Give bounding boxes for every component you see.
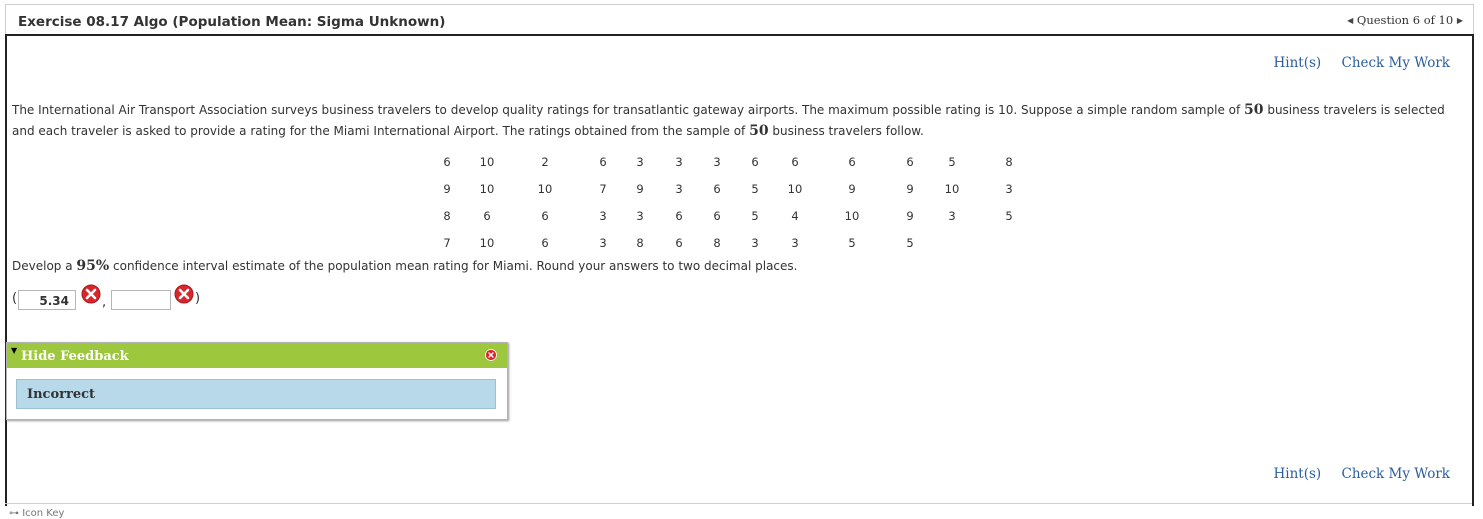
rating-cell: 2 <box>541 155 549 169</box>
rating-cell: 5 <box>948 155 956 169</box>
rating-cell: 6 <box>848 155 856 169</box>
hide-feedback-label[interactable]: Hide Feedback <box>21 349 129 364</box>
rating-cell: 10 <box>479 236 495 250</box>
rating-cell: 9 <box>906 182 914 196</box>
rating-cell: 3 <box>791 236 799 250</box>
hints-link-bottom[interactable]: Hint(s) <box>1274 466 1322 482</box>
rating-cell: 3 <box>1005 182 1013 196</box>
rating-cell: 3 <box>599 236 607 250</box>
previous-question-arrow-icon[interactable]: ◀ <box>1347 16 1353 25</box>
rating-cell: 10 <box>479 155 495 169</box>
upper-bound-input[interactable] <box>111 290 171 310</box>
sample-size-2: 50 <box>749 123 769 139</box>
question-navigation: ◀ Question 6 of 10 ▶ <box>1347 13 1463 27</box>
sample-size-1: 50 <box>1244 102 1264 118</box>
rating-cell: 9 <box>906 209 914 223</box>
rating-cell: 6 <box>713 209 721 223</box>
rating-cell: 9 <box>636 182 644 196</box>
check-my-work-link-bottom[interactable]: Check My Work <box>1341 466 1450 482</box>
incorrect-icon-lower <box>81 284 101 304</box>
close-feedback-icon[interactable] <box>485 349 497 361</box>
bottom-links: Hint(s) Check My Work <box>1274 466 1450 482</box>
rating-cell: 7 <box>599 182 607 196</box>
exercise-header: Exercise 08.17 Algo (Population Mean: Si… <box>5 4 1474 35</box>
rating-cell: 3 <box>751 236 759 250</box>
rating-cell: 6 <box>541 209 549 223</box>
rating-cell: 10 <box>479 182 495 196</box>
lower-bound-input[interactable]: 5.34 <box>18 290 76 310</box>
comma-separator: , <box>102 295 107 310</box>
rating-cell: 3 <box>675 155 683 169</box>
incorrect-icon-upper <box>174 284 194 304</box>
rating-cell: 6 <box>443 155 451 169</box>
rating-cell: 5 <box>1005 209 1013 223</box>
key-icon: ⊶ <box>9 508 19 519</box>
rating-cell: 8 <box>636 236 644 250</box>
rating-cell: 3 <box>675 182 683 196</box>
rating-cell: 5 <box>848 236 856 250</box>
rating-cell: 8 <box>713 236 721 250</box>
rating-cell: 4 <box>791 209 799 223</box>
rating-cell: 6 <box>675 209 683 223</box>
rating-cell: 3 <box>636 155 644 169</box>
rating-cell: 5 <box>906 236 914 250</box>
question-text: The International Air Transport Associat… <box>12 102 1445 139</box>
instruction-text: Develop a 95% confidence interval estima… <box>12 258 798 274</box>
rating-cell: 3 <box>948 209 956 223</box>
rating-cell: 6 <box>483 209 491 223</box>
rating-cell: 6 <box>541 236 549 250</box>
next-question-arrow-icon[interactable]: ▶ <box>1457 16 1463 25</box>
confidence-level: 95% <box>76 258 110 274</box>
rating-cell: 10 <box>787 182 803 196</box>
top-links: Hint(s) Check My Work <box>1274 55 1450 71</box>
rating-cell: 6 <box>713 182 721 196</box>
exercise-title: Exercise 08.17 Algo (Population Mean: Si… <box>18 14 446 30</box>
rating-cell: 9 <box>848 182 856 196</box>
rating-cell: 3 <box>636 209 644 223</box>
rating-cell: 5 <box>751 182 759 196</box>
rating-cell: 9 <box>443 182 451 196</box>
rating-cell: 6 <box>675 236 683 250</box>
check-my-work-link-top[interactable]: Check My Work <box>1341 55 1450 71</box>
collapse-triangle-icon[interactable]: ▼ <box>11 346 17 355</box>
bottom-divider <box>5 503 1472 504</box>
icon-key-link[interactable]: ⊶ Icon Key <box>9 508 64 519</box>
question-counter: Question 6 of 10 <box>1356 13 1454 27</box>
feedback-panel: ▼ Hide Feedback Incorrect <box>6 342 508 420</box>
rating-cell: 3 <box>599 209 607 223</box>
rating-cell: 10 <box>944 182 960 196</box>
rating-cell: 8 <box>1005 155 1013 169</box>
rating-cell: 6 <box>751 155 759 169</box>
rating-cell: 6 <box>791 155 799 169</box>
rating-cell: 6 <box>906 155 914 169</box>
rating-cell: 3 <box>713 155 721 169</box>
rating-cell: 5 <box>751 209 759 223</box>
rating-cell: 10 <box>844 209 860 223</box>
hints-link-top[interactable]: Hint(s) <box>1274 55 1322 71</box>
feedback-result-text: Incorrect <box>27 387 96 402</box>
feedback-result-box: Incorrect <box>16 379 496 409</box>
rating-cell: 7 <box>443 236 451 250</box>
rating-cell: 10 <box>537 182 553 196</box>
rating-cell: 6 <box>599 155 607 169</box>
rating-cell: 8 <box>443 209 451 223</box>
close-paren: ) <box>195 291 201 306</box>
feedback-header[interactable]: ▼ Hide Feedback <box>7 343 507 368</box>
open-paren: ( <box>12 291 18 306</box>
